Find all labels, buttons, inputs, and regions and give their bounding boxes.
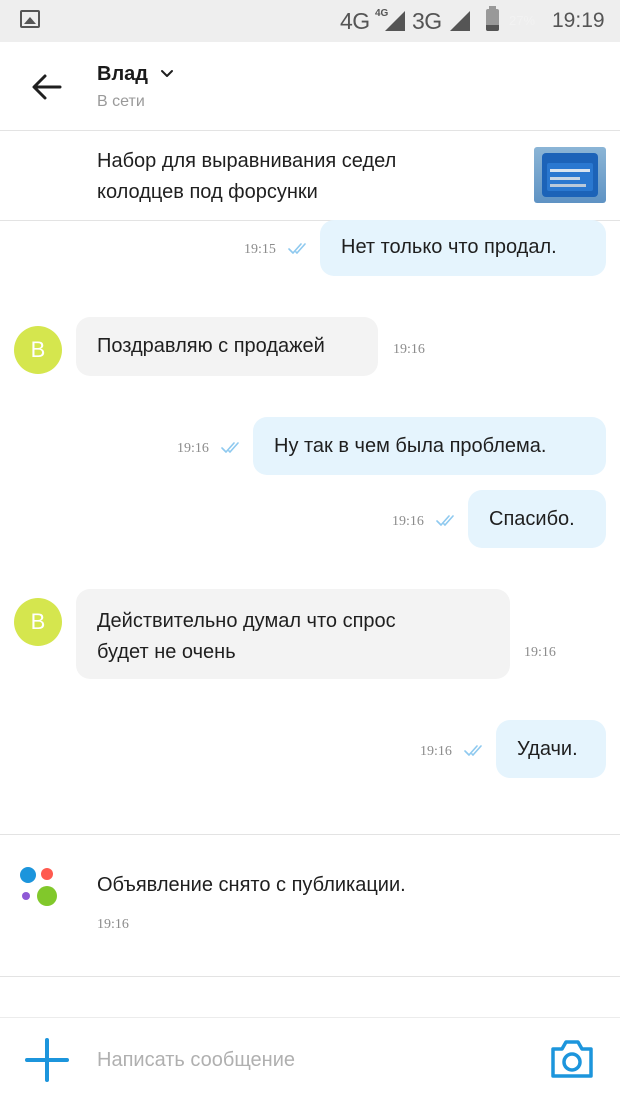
network-type-1: 4G	[340, 8, 370, 34]
battery-percent: 27%	[509, 13, 536, 28]
message-text: Спасибо.	[489, 508, 575, 530]
outgoing-message-bubble[interactable]: Ну так в чем была проблема.	[253, 417, 606, 475]
message-time: 19:15	[244, 242, 276, 257]
message-time: 19:16	[420, 744, 452, 759]
message-time: 19:16	[393, 342, 425, 357]
double-check-icon	[464, 745, 482, 756]
system-message-divider-bottom	[0, 976, 620, 977]
outgoing-message-bubble[interactable]: Нет только что продал.	[320, 220, 606, 276]
listing-thumbnail[interactable]	[534, 147, 606, 203]
arrow-left-icon[interactable]	[30, 70, 64, 104]
message-text: Поздравляю с продажей	[97, 335, 325, 357]
listing-title[interactable]: Набор для выравнивания седел колодцев по…	[97, 146, 517, 208]
battery-level-fill	[486, 25, 499, 31]
network-type-2: 3G	[412, 8, 442, 34]
double-check-icon	[288, 243, 306, 254]
contact-name[interactable]: Влад	[97, 63, 148, 86]
message-time: 19:16	[392, 514, 424, 529]
message-time: 19:16	[524, 645, 556, 660]
incoming-message-bubble[interactable]: Действительно думал что спрос будет не о…	[76, 589, 510, 679]
message-text: Действительно думал что спрос	[97, 610, 396, 632]
system-message-text: Объявление снято с публикации.	[97, 874, 406, 896]
system-message-divider-top	[0, 834, 620, 835]
message-input[interactable]	[86, 1040, 548, 1080]
outgoing-message-bubble[interactable]: Спасибо.	[468, 490, 606, 548]
composer-divider	[0, 1017, 620, 1018]
header-divider	[0, 130, 620, 131]
message-text: Ну так в чем была проблема.	[274, 435, 547, 457]
plus-icon[interactable]	[24, 1037, 70, 1083]
camera-icon[interactable]	[548, 1037, 596, 1081]
status-clock: 19:19	[552, 9, 605, 32]
chevron-down-icon[interactable]	[159, 66, 175, 82]
incoming-message-bubble[interactable]: Поздравляю с продажей	[76, 317, 378, 376]
contact-online-status: В сети	[97, 93, 145, 110]
signal-icon-2	[450, 11, 470, 31]
message-time: 19:16	[177, 441, 209, 456]
gallery-notification-icon	[20, 10, 40, 28]
avatar[interactable]: В	[14, 598, 62, 646]
double-check-icon	[436, 515, 454, 526]
message-text: Нет только что продал.	[341, 236, 557, 258]
signal-icon-1	[385, 11, 405, 31]
outgoing-message-bubble[interactable]: Удачи.	[496, 720, 606, 778]
message-text: Удачи.	[517, 738, 578, 760]
system-message-time: 19:16	[97, 917, 129, 932]
avito-logo-icon	[20, 867, 57, 906]
message-text-line-2: будет не очень	[97, 641, 236, 663]
double-check-icon	[221, 442, 239, 453]
avatar[interactable]: В	[14, 326, 62, 374]
